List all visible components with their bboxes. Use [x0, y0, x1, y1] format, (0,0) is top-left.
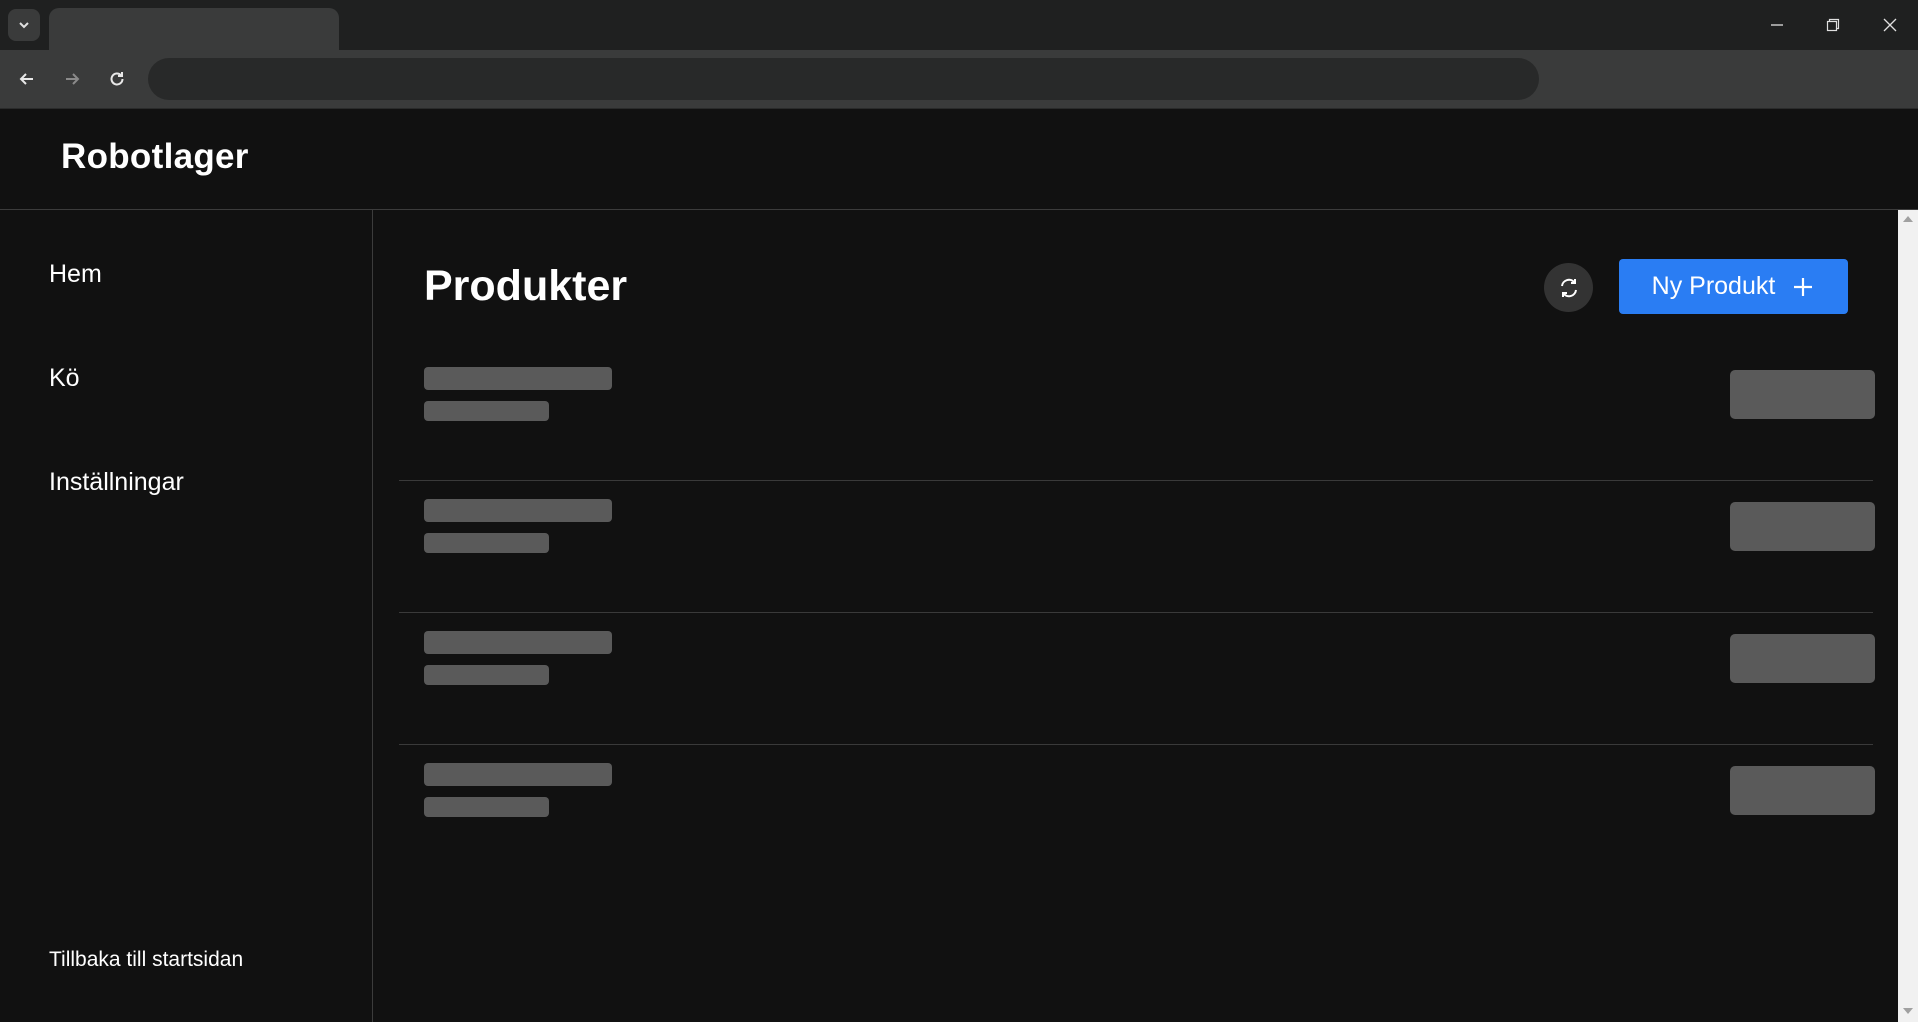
arrow-right-icon — [66, 73, 80, 85]
scroll-down-arrow-icon[interactable] — [1903, 1008, 1913, 1014]
app-header: Robotlager — [0, 110, 1918, 210]
scroll-up-arrow-icon[interactable] — [1903, 216, 1913, 222]
skeleton-action — [1730, 502, 1875, 551]
chevron-down-icon — [19, 22, 29, 29]
forward-button[interactable] — [55, 62, 89, 96]
product-row-skeleton — [399, 745, 1875, 877]
browser-tab[interactable] — [49, 8, 339, 50]
restore-button[interactable] — [1805, 0, 1861, 50]
reload-icon — [110, 72, 124, 86]
skeleton-subtitle — [424, 401, 549, 421]
skeleton-subtitle — [424, 665, 549, 685]
product-row-skeleton — [399, 613, 1875, 745]
skeleton-title — [424, 367, 612, 390]
sidebar-item-hem[interactable]: Hem — [49, 260, 102, 289]
app-title: Robotlager — [61, 137, 249, 176]
new-product-button[interactable]: Ny Produkt — [1619, 259, 1848, 314]
main-content: Produkter Ny Produkt — [374, 210, 1898, 1022]
skeleton-title — [424, 631, 612, 654]
minimize-button[interactable] — [1749, 0, 1805, 50]
back-button[interactable] — [10, 62, 44, 96]
reload-button[interactable] — [100, 62, 134, 96]
product-row-skeleton — [399, 481, 1875, 613]
skeleton-action — [1730, 370, 1875, 419]
sidebar-item-ko[interactable]: Kö — [49, 364, 80, 393]
browser-toolbar — [0, 50, 1918, 109]
refresh-button[interactable] — [1544, 263, 1593, 312]
sidebar: Hem Kö Inställningar Tillbaka till start… — [0, 210, 373, 1022]
arrow-left-icon — [19, 73, 33, 85]
new-product-label: Ny Produkt — [1651, 272, 1776, 300]
sidebar-item-installningar[interactable]: Inställningar — [49, 468, 184, 497]
vertical-scrollbar[interactable] — [1898, 210, 1918, 1022]
skeleton-subtitle — [424, 533, 549, 553]
browser-tabstrip — [0, 0, 1918, 50]
close-window-button[interactable] — [1862, 0, 1918, 50]
tab-search-button[interactable] — [8, 9, 40, 41]
minimize-icon — [1771, 24, 1783, 26]
product-row-skeleton — [399, 349, 1875, 481]
restore-icon — [1826, 18, 1840, 32]
skeleton-subtitle — [424, 797, 549, 817]
page-title: Produkter — [424, 262, 628, 310]
skeleton-action — [1730, 766, 1875, 815]
skeleton-action — [1730, 634, 1875, 683]
skeleton-title — [424, 763, 612, 786]
close-icon — [1883, 18, 1897, 32]
refresh-icon — [1560, 278, 1577, 297]
skeleton-title — [424, 499, 612, 522]
address-bar[interactable] — [148, 58, 1539, 100]
plus-icon — [1794, 277, 1813, 296]
back-to-start-link[interactable]: Tillbaka till startsidan — [49, 948, 243, 972]
